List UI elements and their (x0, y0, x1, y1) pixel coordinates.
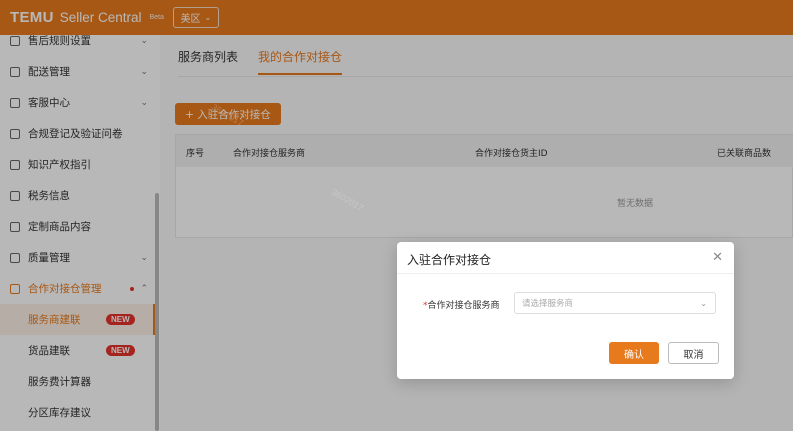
select-placeholder: 请选择服务商 (522, 299, 574, 309)
join-warehouse-modal: 入驻合作对接仓 ✕ *合作对接仓服务商 请选择服务商 ⌄ 确认 取消 (397, 242, 734, 379)
cancel-button[interactable]: 取消 (668, 342, 719, 364)
close-icon[interactable]: ✕ (712, 250, 723, 265)
watermark: 3602017 (329, 186, 366, 214)
watermark: 3602017 (209, 101, 246, 129)
chevron-down-icon: ⌄ (700, 298, 707, 308)
modal-title: 入驻合作对接仓 (407, 253, 492, 267)
service-provider-select[interactable]: 请选择服务商 ⌄ (514, 292, 716, 314)
service-provider-label: *合作对接仓服务商 (423, 298, 500, 311)
confirm-button[interactable]: 确认 (609, 342, 659, 364)
field-label-text: 合作对接仓服务商 (427, 301, 500, 311)
modal-divider (397, 273, 734, 274)
